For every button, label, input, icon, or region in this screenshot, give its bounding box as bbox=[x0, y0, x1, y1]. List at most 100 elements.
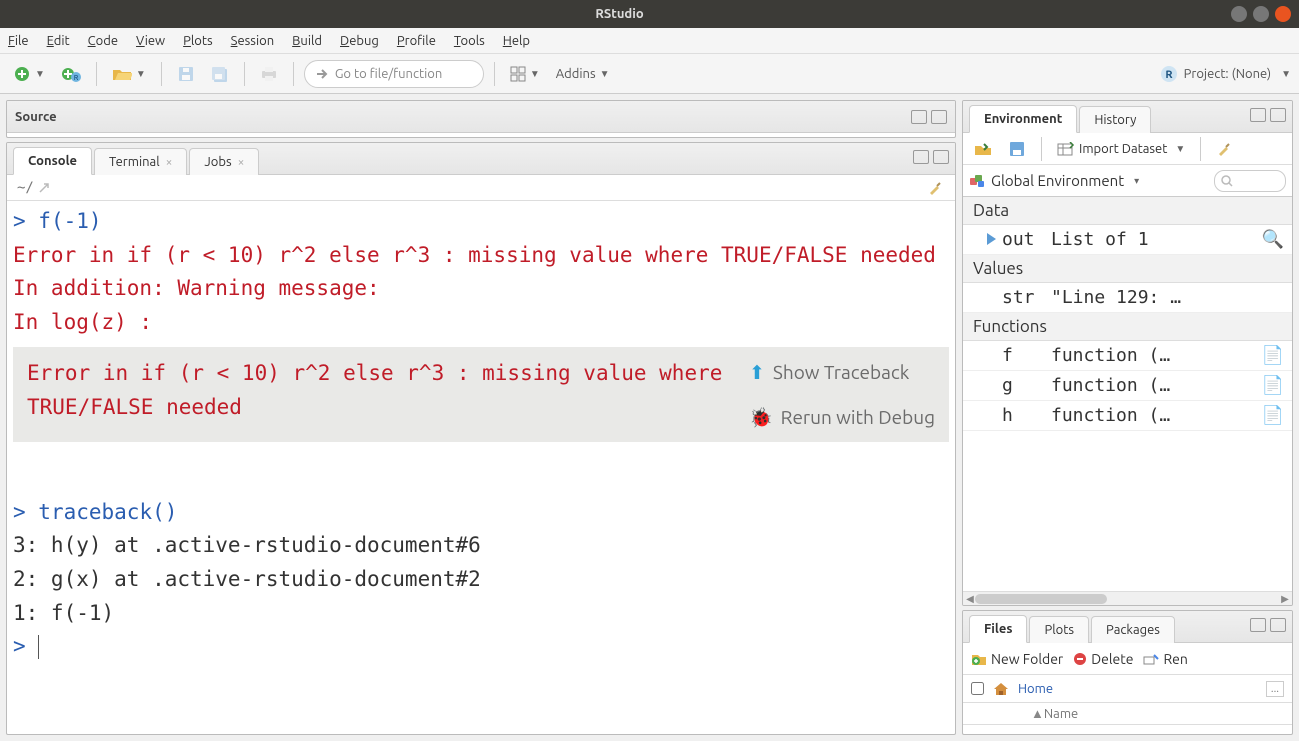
window-titlebar: RStudio bbox=[0, 0, 1299, 28]
menu-session[interactable]: Session bbox=[231, 34, 274, 48]
env-section-values: Values bbox=[963, 255, 1292, 283]
pane-maximize-button[interactable] bbox=[1270, 618, 1286, 632]
menu-plots[interactable]: Plots bbox=[183, 34, 213, 48]
menu-build[interactable]: Build bbox=[292, 34, 322, 48]
tab-plots[interactable]: Plots bbox=[1029, 616, 1089, 643]
open-file-button[interactable]: ▼ bbox=[107, 60, 151, 88]
menu-debug[interactable]: Debug bbox=[340, 34, 379, 48]
caret-icon: ▼ bbox=[136, 68, 146, 80]
grid-view-button[interactable]: ▼ bbox=[505, 60, 545, 88]
environment-scope-bar: Global Environment ▾ bbox=[963, 165, 1292, 197]
tab-environment[interactable]: Environment bbox=[969, 105, 1077, 133]
files-pane: FilesPlotsPackages New Folder Delete Ren bbox=[962, 610, 1293, 735]
pane-minimize-button[interactable] bbox=[913, 150, 929, 164]
rename-label: Ren bbox=[1163, 651, 1187, 667]
window-maximize-button[interactable] bbox=[1253, 6, 1269, 22]
env-row[interactable]: hfunction (…📄 bbox=[963, 401, 1292, 431]
document-icon[interactable]: 📄 bbox=[1262, 375, 1284, 396]
close-icon[interactable]: × bbox=[166, 156, 173, 169]
import-dataset-button[interactable]: Import Dataset ▼ bbox=[1052, 135, 1190, 163]
tab-packages[interactable]: Packages bbox=[1091, 616, 1175, 643]
addins-button[interactable]: Addins ▼ bbox=[551, 60, 615, 88]
env-hscrollbar[interactable]: ◀▶ bbox=[963, 591, 1292, 605]
column-name[interactable]: Name bbox=[1044, 707, 1078, 721]
console-popout-icon[interactable] bbox=[38, 182, 52, 194]
goto-arrow-icon bbox=[315, 67, 329, 81]
breadcrumb-home[interactable]: Home bbox=[1018, 682, 1053, 696]
bug-icon: 🐞 bbox=[749, 402, 773, 432]
print-button[interactable] bbox=[255, 60, 283, 88]
separator bbox=[96, 62, 97, 86]
pane-minimize-button[interactable] bbox=[911, 110, 927, 124]
close-icon[interactable]: × bbox=[238, 156, 245, 169]
delete-button[interactable]: Delete bbox=[1073, 651, 1133, 667]
save-button[interactable] bbox=[172, 60, 200, 88]
main-toolbar: ▼ R ▼ Go to file/function ▼ Addins ▼ R P… bbox=[0, 54, 1299, 94]
pane-maximize-button[interactable] bbox=[933, 150, 949, 164]
broom-icon[interactable] bbox=[927, 180, 945, 196]
rerun-debug-button[interactable]: 🐞Rerun with Debug bbox=[749, 402, 935, 432]
breadcrumb-more-button[interactable]: ... bbox=[1266, 681, 1284, 697]
project-label: Project: (None) bbox=[1184, 67, 1271, 81]
env-row[interactable]: str"Line 129: … bbox=[963, 283, 1292, 313]
pane-minimize-button[interactable] bbox=[1250, 108, 1266, 122]
error-message: Error in if (r < 10) r^2 else r^3 : miss… bbox=[27, 357, 735, 424]
window-close-button[interactable] bbox=[1275, 6, 1291, 22]
home-icon[interactable] bbox=[992, 681, 1010, 697]
new-project-button[interactable]: R bbox=[56, 60, 86, 88]
separator bbox=[293, 62, 294, 86]
project-menu[interactable]: R Project: (None) ▼ bbox=[1160, 65, 1291, 83]
env-section-data: Data bbox=[963, 197, 1292, 225]
arrow-up-icon: ⬆ bbox=[749, 357, 765, 387]
window-minimize-button[interactable] bbox=[1231, 6, 1247, 22]
save-workspace-button[interactable] bbox=[1003, 135, 1031, 163]
menu-help[interactable]: Help bbox=[503, 34, 530, 48]
addins-label: Addins bbox=[556, 67, 596, 81]
new-file-button[interactable]: ▼ bbox=[8, 60, 50, 88]
show-traceback-button[interactable]: ⬆Show Traceback bbox=[749, 357, 935, 387]
search-icon[interactable]: 🔍 bbox=[1262, 229, 1284, 250]
document-icon[interactable]: 📄 bbox=[1262, 345, 1284, 366]
menu-file[interactable]: File bbox=[8, 34, 29, 48]
files-column-header: ▲ Name bbox=[963, 703, 1292, 725]
env-section-functions: Functions bbox=[963, 313, 1292, 341]
env-row[interactable]: outList of 1🔍 bbox=[963, 225, 1292, 255]
new-folder-button[interactable]: New Folder bbox=[971, 651, 1063, 667]
console-subheader: ~/ bbox=[7, 175, 955, 201]
save-all-button[interactable] bbox=[206, 60, 234, 88]
console-body[interactable]: > f(-1)Error in if (r < 10) r^2 else r^3… bbox=[7, 201, 955, 734]
goto-file-input[interactable]: Go to file/function bbox=[304, 60, 484, 88]
caret-icon: ▼ bbox=[1281, 68, 1291, 80]
pane-maximize-button[interactable] bbox=[1270, 108, 1286, 122]
env-scope-label[interactable]: Global Environment bbox=[991, 172, 1124, 189]
menu-code[interactable]: Code bbox=[88, 34, 118, 48]
pane-maximize-button[interactable] bbox=[931, 110, 947, 124]
tab-jobs[interactable]: Jobs× bbox=[189, 148, 259, 175]
menu-view[interactable]: View bbox=[136, 34, 165, 48]
tab-terminal[interactable]: Terminal× bbox=[94, 148, 187, 175]
env-search-input[interactable] bbox=[1214, 170, 1286, 192]
clear-workspace-button[interactable] bbox=[1211, 135, 1239, 163]
console-cwd: ~/ bbox=[17, 180, 34, 196]
env-row[interactable]: ffunction (…📄 bbox=[963, 341, 1292, 371]
document-icon[interactable]: 📄 bbox=[1262, 405, 1284, 426]
tab-console[interactable]: Console bbox=[13, 147, 92, 175]
caret-icon: ▼ bbox=[600, 68, 610, 80]
source-pane-title: Source bbox=[15, 110, 57, 124]
rename-button[interactable]: Ren bbox=[1143, 651, 1187, 667]
tab-history[interactable]: History bbox=[1079, 106, 1151, 133]
menu-tools[interactable]: Tools bbox=[454, 34, 485, 48]
pane-minimize-button[interactable] bbox=[1250, 618, 1266, 632]
load-workspace-button[interactable] bbox=[969, 135, 997, 163]
new-folder-label: New Folder bbox=[991, 651, 1063, 667]
env-row[interactable]: gfunction (…📄 bbox=[963, 371, 1292, 401]
menu-edit[interactable]: Edit bbox=[47, 34, 70, 48]
svg-text:R: R bbox=[74, 74, 79, 82]
expand-icon[interactable] bbox=[987, 233, 996, 245]
separator bbox=[244, 62, 245, 86]
r-project-icon: R bbox=[1160, 65, 1178, 83]
select-all-checkbox[interactable] bbox=[971, 682, 984, 695]
menu-profile[interactable]: Profile bbox=[397, 34, 436, 48]
tab-files[interactable]: Files bbox=[969, 615, 1027, 643]
environment-toolbar: Import Dataset ▼ bbox=[963, 133, 1292, 165]
